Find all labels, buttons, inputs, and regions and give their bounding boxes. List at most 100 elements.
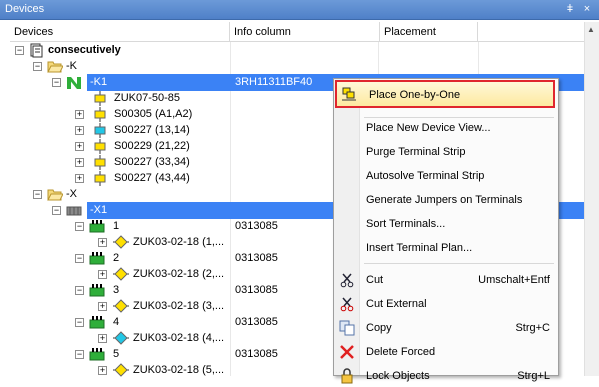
tree-row-folder-k[interactable]: − -K	[10, 58, 584, 75]
contact-icon	[94, 155, 106, 170]
menu-item-sort-terminals[interactable]: Sort Terminals...	[334, 213, 558, 235]
expand-icon[interactable]: +	[98, 334, 107, 343]
contact-icon	[94, 123, 106, 138]
collapse-icon[interactable]: −	[75, 350, 84, 359]
header-devices[interactable]: Devices	[10, 22, 230, 42]
tree-label: ZUK03-02-18 (5,...	[133, 364, 225, 376]
menu-item-delete-forced[interactable]: Delete Forced	[334, 341, 558, 363]
collapse-icon[interactable]: −	[33, 190, 42, 199]
delete-x-icon	[340, 345, 354, 359]
contact-icon	[94, 171, 106, 186]
contact-icon	[94, 139, 106, 154]
menu-shortcut: Umschalt+Entf	[478, 274, 550, 286]
menu-item-place-one-by-one[interactable]: Place One-by-One	[335, 80, 555, 108]
tree-label: ZUK03-02-18 (4,...	[133, 332, 225, 344]
contactor-icon	[67, 77, 81, 89]
expand-icon[interactable]: +	[75, 174, 84, 183]
info-value: 0313085	[235, 316, 278, 328]
vertical-scrollbar[interactable]: ▲	[584, 22, 599, 376]
menu-label: Cut	[366, 274, 384, 286]
expand-icon[interactable]: +	[98, 302, 107, 311]
header-info-column[interactable]: Info column	[230, 22, 380, 42]
tree-label: -K	[66, 60, 77, 72]
copy-icon	[339, 320, 355, 336]
scroll-up-icon[interactable]: ▲	[587, 25, 595, 34]
scissors-icon	[340, 273, 354, 288]
info-value: 3RH11311BF40	[235, 76, 313, 88]
menu-item-insert-terminal-plan[interactable]: Insert Terminal Plan...	[334, 237, 558, 259]
tree-label: consecutively	[48, 44, 121, 56]
column-header: Devices Info column Placement	[10, 22, 584, 42]
menu-label: Sort Terminals...	[366, 218, 446, 230]
expand-icon[interactable]: +	[75, 158, 84, 167]
tree-label: -X	[66, 188, 77, 200]
collapse-icon[interactable]: −	[75, 318, 84, 327]
tree-label: ZUK03-02-18 (1,...	[133, 236, 225, 248]
terminal-function-icon	[113, 235, 129, 249]
menu-shortcut: Strg+C	[515, 322, 550, 334]
menu-item-autosolve-terminal-strip[interactable]: Autosolve Terminal Strip	[334, 165, 558, 187]
function-icon	[94, 91, 106, 106]
coil-icon	[94, 107, 106, 122]
expand-icon[interactable]: +	[98, 366, 107, 375]
collapse-icon[interactable]: −	[75, 254, 84, 263]
cut-external-icon	[340, 297, 354, 312]
terminal-icon	[89, 348, 105, 361]
panel-titlebar: Devices ǂ ×	[0, 0, 599, 20]
close-icon[interactable]: ×	[580, 2, 594, 16]
menu-item-generate-jumpers[interactable]: Generate Jumpers on Terminals	[334, 189, 558, 211]
menu-item-copy[interactable]: Copy Strg+C	[334, 317, 558, 339]
expand-icon[interactable]: +	[98, 270, 107, 279]
info-value: 0313085	[235, 252, 278, 264]
header-placement[interactable]: Placement	[380, 22, 478, 42]
menu-label: Lock Objects	[366, 370, 430, 382]
tree-label: 2	[113, 252, 120, 264]
menu-item-place-new-device-view[interactable]: Place New Device View...	[334, 117, 558, 139]
tree-label: 5	[113, 348, 120, 360]
menu-item-purge-terminal-strip[interactable]: Purge Terminal Strip	[334, 141, 558, 163]
expand-icon[interactable]: +	[75, 110, 84, 119]
project-icon	[30, 43, 43, 58]
menu-label: Purge Terminal Strip	[366, 146, 466, 158]
collapse-icon[interactable]: −	[52, 78, 61, 87]
expand-icon[interactable]: +	[75, 142, 84, 151]
menu-label: Insert Terminal Plan...	[366, 242, 473, 254]
tree-label: -K1	[90, 76, 108, 88]
terminal-icon	[89, 284, 105, 297]
tree-label: 3	[113, 284, 120, 296]
menu-label: Generate Jumpers on Terminals	[366, 194, 523, 206]
pin-icon[interactable]: ǂ	[563, 2, 577, 16]
place-icon	[342, 87, 356, 101]
tree-label: 1	[113, 220, 120, 232]
menu-shortcut: Strg+L	[517, 370, 550, 382]
tree-label: ZUK07-50-85	[114, 92, 181, 104]
lock-icon	[341, 368, 353, 384]
expand-icon[interactable]: +	[98, 238, 107, 247]
tree-label: ZUK03-02-18 (3,...	[133, 300, 225, 312]
collapse-icon[interactable]: −	[75, 222, 84, 231]
tree-label: S00227 (13,14)	[114, 124, 190, 136]
terminal-icon	[89, 252, 105, 265]
menu-item-lock-objects[interactable]: Lock Objects Strg+L	[334, 365, 558, 387]
menu-label: Autosolve Terminal Strip	[366, 170, 485, 182]
tree-label: S00229 (21,22)	[114, 140, 190, 152]
menu-label: Place One-by-One	[369, 89, 461, 101]
terminal-strip-icon	[66, 206, 82, 216]
tree-label: 4	[113, 316, 120, 328]
info-value: 0313085	[235, 220, 278, 232]
collapse-icon[interactable]: −	[52, 206, 61, 215]
tree-label: S00305 (A1,A2)	[114, 108, 193, 120]
info-value: 0313085	[235, 348, 278, 360]
collapse-icon[interactable]: −	[33, 62, 42, 71]
collapse-icon[interactable]: −	[75, 286, 84, 295]
menu-item-cut-external[interactable]: Cut External	[334, 293, 558, 315]
menu-item-cut[interactable]: Cut Umschalt+Entf	[334, 269, 558, 291]
tree-row-root[interactable]: − consecutively	[10, 42, 584, 59]
panel-title: Devices	[5, 3, 45, 15]
folder-open-icon	[47, 189, 63, 201]
context-menu: Place One-by-One Place New Device View..…	[333, 78, 559, 384]
collapse-icon[interactable]: −	[15, 46, 24, 55]
terminal-icon	[89, 316, 105, 329]
menu-label: Cut External	[366, 298, 427, 310]
expand-icon[interactable]: +	[75, 126, 84, 135]
